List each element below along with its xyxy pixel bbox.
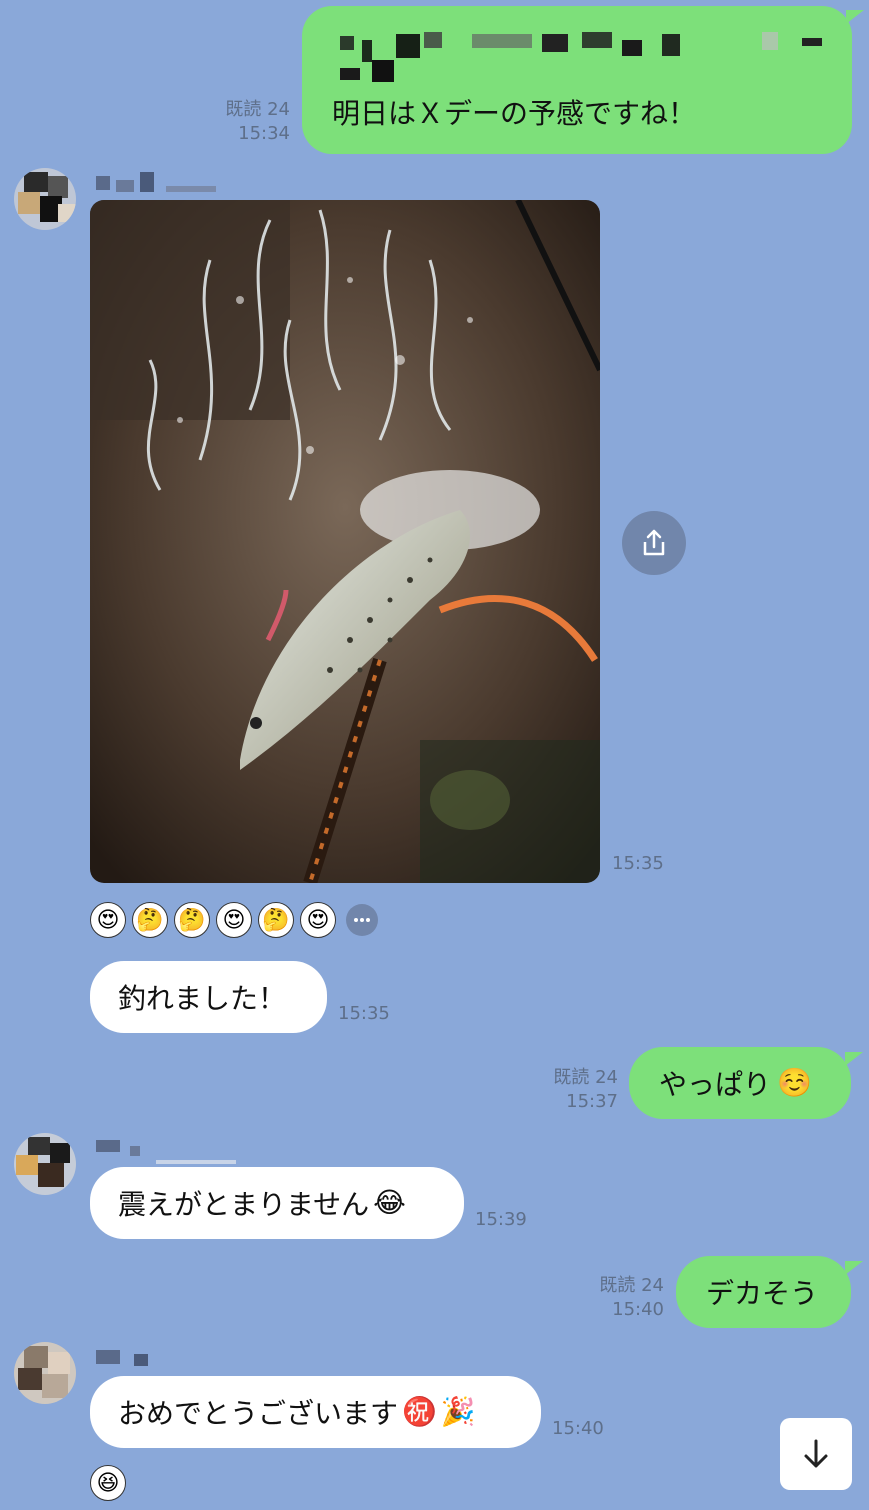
arrow-down-icon [804,1439,828,1468]
message-text: 震えがとまりません [118,1188,370,1221]
message-text: おめでとうございます [118,1397,399,1430]
sender-name [96,172,226,198]
tears-of-joy-icon: 😂 [373,1186,406,1219]
message-text: 釣れました！ [118,982,287,1015]
message-outgoing-3[interactable]: やっぱり ☺️ [629,1047,851,1119]
more-icon [354,918,370,922]
fish-photo [90,200,600,883]
timestamp: 15:37 [566,1091,618,1112]
message-meta-5: 既読 24 15:40 [566,1274,664,1322]
reaction-heart-eyes[interactable]: 😍 [300,902,336,938]
message-meta-1: 既読 24 15:34 [190,98,290,146]
congratulations-icon: ㊗️ [402,1395,437,1428]
timestamp: 15:39 [475,1209,527,1230]
read-count: 既読 24 [599,1275,664,1296]
more-reactions-button[interactable] [346,904,378,936]
timestamp: 15:40 [552,1418,604,1439]
avatar[interactable] [14,168,76,230]
sender-name [96,1346,156,1370]
read-count: 既読 24 [225,99,290,120]
timestamp: 15:35 [612,853,664,874]
blurred-text [332,30,832,86]
message-outgoing-5[interactable]: デカそう [676,1256,851,1328]
reaction-thinking[interactable]: 🤔 [258,902,294,938]
sender-name [96,1136,236,1166]
share-button[interactable] [622,511,686,575]
message-text: デカそう [706,1277,819,1310]
smiling-face-icon: ☺️ [777,1066,812,1099]
avatar[interactable] [14,1133,76,1195]
reaction-thinking[interactable]: 🤔 [174,902,210,938]
photo-message[interactable] [90,200,600,883]
reaction-heart-eyes[interactable]: 😍 [216,902,252,938]
timestamp: 15:40 [612,1299,664,1320]
party-popper-icon: 🎉 [440,1395,476,1428]
bubble-tail [846,10,864,24]
reaction-heart-eyes[interactable]: 😍 [90,902,126,938]
reactions-row[interactable]: 😍 🤔 🤔 😍 🤔 😍 [90,902,378,938]
message-incoming-4[interactable]: 震えがとまりません 😂 [90,1167,464,1239]
message-text: 明日はＸデーの予感ですね！ [332,97,697,130]
avatar[interactable] [14,1342,76,1404]
message-incoming-6[interactable]: おめでとうございます ㊗️ 🎉 [90,1376,541,1448]
read-count: 既読 24 [553,1067,618,1088]
share-icon [643,529,665,556]
reaction-thinking[interactable]: 🤔 [132,902,168,938]
bubble-tail [845,1261,863,1275]
timestamp: 15:34 [238,123,290,144]
timestamp: 15:35 [338,1003,390,1024]
message-outgoing-1[interactable]: 明日はＸデーの予感ですね！ [302,6,852,154]
reaction-laughing[interactable]: 😆 [90,1465,126,1501]
scroll-to-bottom-button[interactable] [780,1418,852,1490]
bubble-tail [845,1052,863,1066]
message-text: やっぱり [659,1068,772,1101]
message-meta-3: 既読 24 15:37 [520,1066,618,1114]
message-incoming-2[interactable]: 釣れました！ [90,961,327,1033]
